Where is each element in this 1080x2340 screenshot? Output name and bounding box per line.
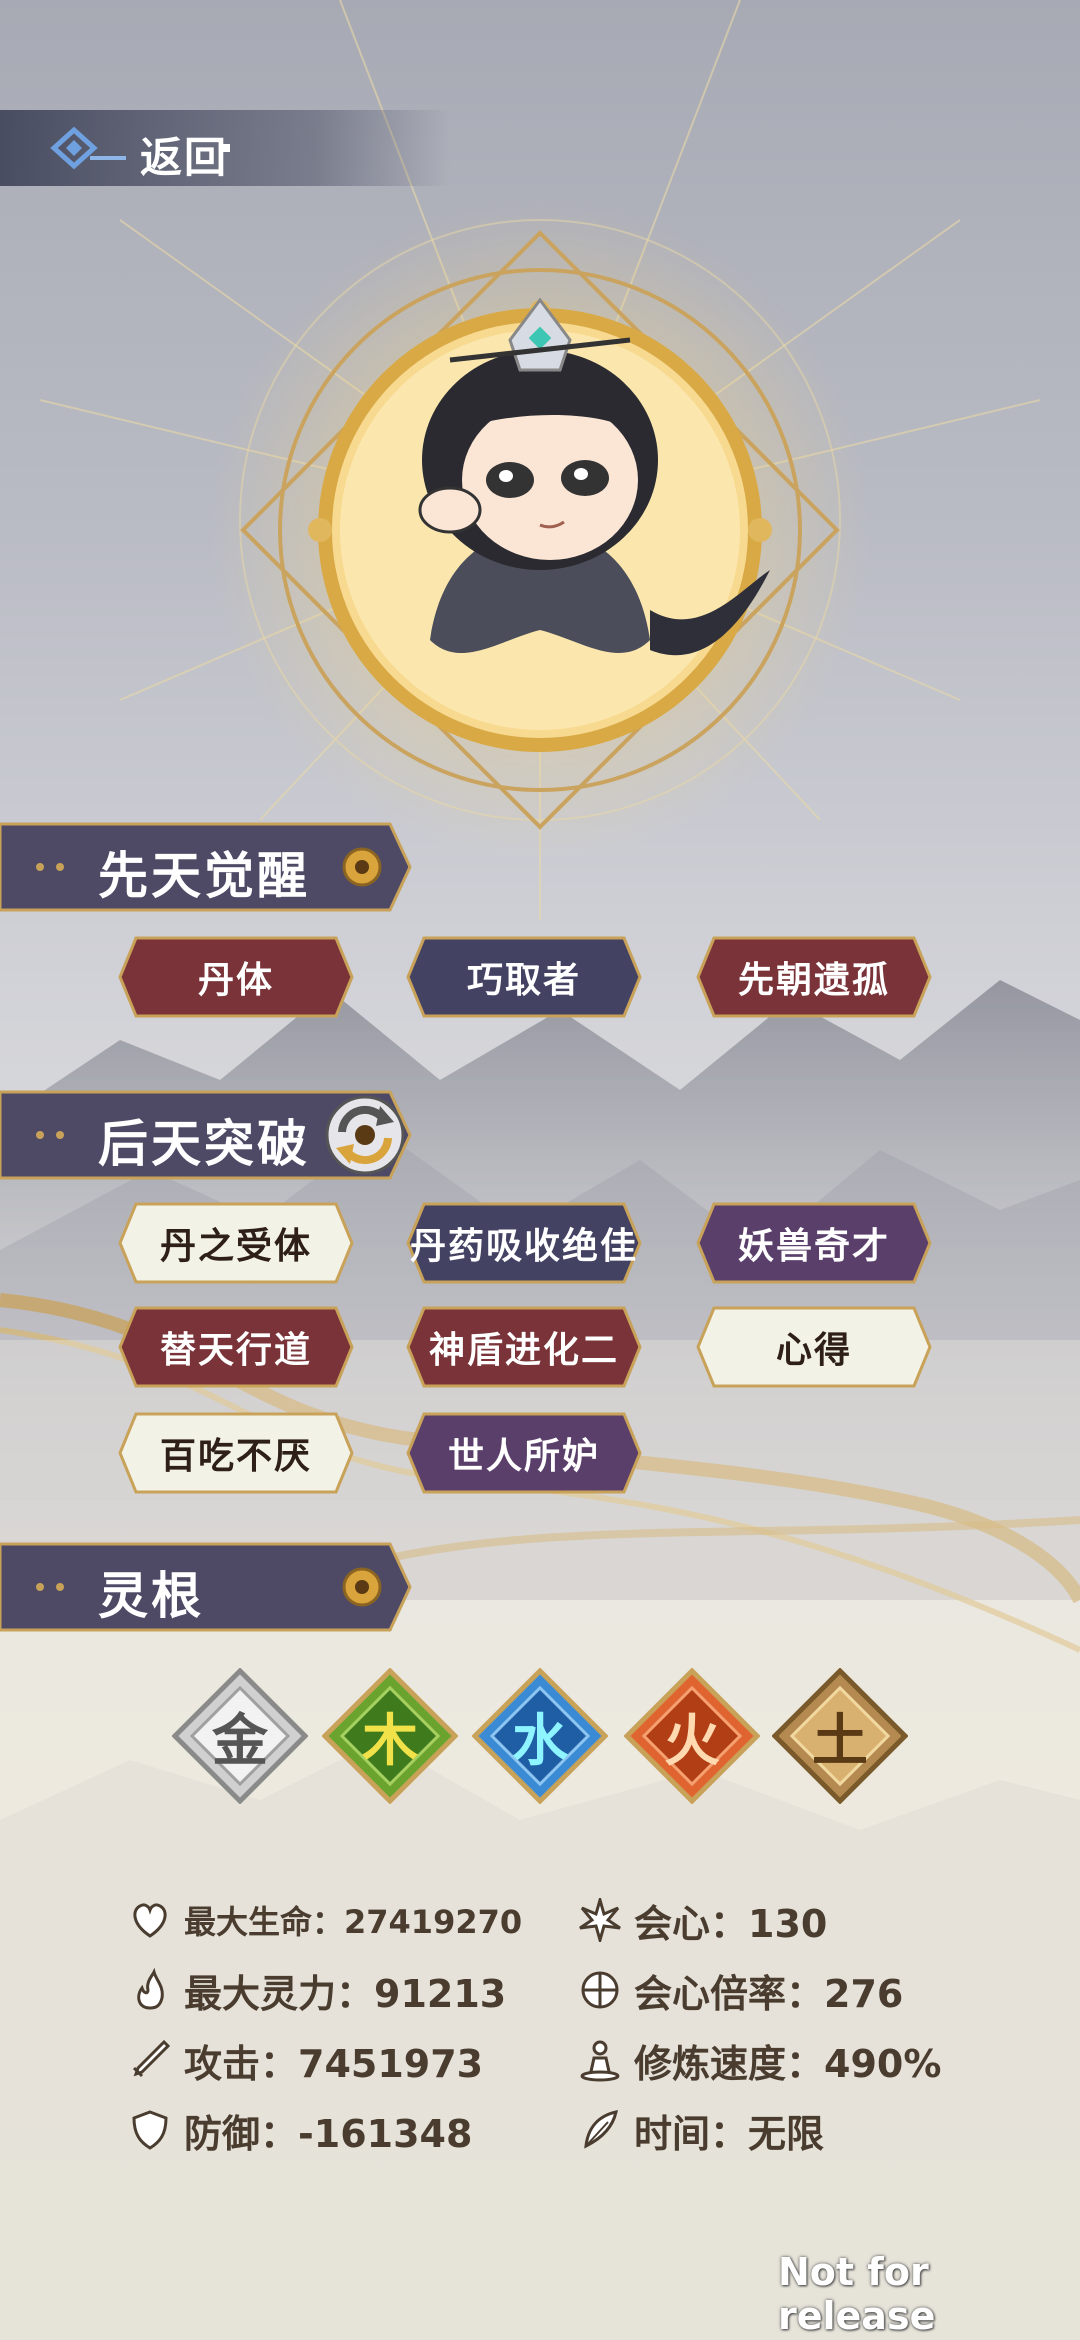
acquired-tag-4[interactable]: 替天行道 (118, 1306, 354, 1388)
innate-tag-2[interactable]: 巧取者 (406, 936, 642, 1018)
spirit-root-wood[interactable]: 木 (322, 1668, 458, 1804)
stat-text: 会心倍率：276 (634, 1971, 904, 2016)
acquired-tag-6[interactable]: 心得 (696, 1306, 932, 1388)
tag-label: 丹药吸收绝佳 (409, 1226, 638, 1267)
tag-label: 神盾进化二 (428, 1330, 619, 1371)
stat-attack: 攻击：7451973 (128, 2030, 483, 2090)
spirit-root-char: 水 (512, 1707, 568, 1774)
spirit-root-char: 金 (212, 1707, 268, 1774)
spirit-root-char: 木 (362, 1707, 418, 1774)
meditation-icon (580, 2040, 620, 2082)
stat-text: 最大生命：27419270 (184, 1903, 523, 1941)
watermark: Not for release (778, 2250, 936, 2338)
feather-icon (584, 2110, 618, 2149)
spirit-root-water[interactable]: 水 (472, 1668, 608, 1804)
burst-icon (579, 1898, 621, 1942)
spirit-root-earth[interactable]: 土 (772, 1668, 908, 1804)
stat-defense: 防御：-161348 (128, 2100, 472, 2160)
acquired-tag-7[interactable]: 百吃不厌 (118, 1412, 354, 1494)
innate-tag-1[interactable]: 丹体 (118, 936, 354, 1018)
acquired-tag-5[interactable]: 神盾进化二 (406, 1306, 642, 1388)
stat-text: 修炼速度：490% (634, 2041, 942, 2086)
section-title-innate: 先天觉醒 (98, 847, 310, 905)
heart-icon (133, 1903, 167, 1938)
stat-text: 会心：130 (634, 1901, 828, 1946)
spirit-root-metal[interactable]: 金 (172, 1668, 308, 1804)
stat-text: 攻击：7451973 (184, 2041, 484, 2086)
tag-label: 世人所妒 (447, 1436, 600, 1477)
tag-label: 先朝遗孤 (737, 960, 890, 1001)
tag-label: 心得 (775, 1330, 852, 1371)
acquired-tag-1[interactable]: 丹之受体 (118, 1202, 354, 1284)
acquired-tag-8[interactable]: 世人所妒 (406, 1412, 642, 1494)
tag-label: 巧取者 (466, 960, 581, 1001)
shield-icon (132, 2110, 168, 2150)
tag-label: 丹之受体 (159, 1226, 312, 1267)
tag-label: 替天行道 (159, 1330, 312, 1371)
stat-max-hp: 最大生命：27419270 (128, 1890, 522, 1950)
stat-crit: 会心：130 (578, 1890, 827, 1950)
innate-tag-3[interactable]: 先朝遗孤 (696, 936, 932, 1018)
flame-icon (137, 1968, 164, 2010)
tag-label: 丹体 (197, 960, 274, 1001)
section-banner-innate: 先天觉醒 (0, 820, 412, 914)
stat-cultivation-speed: 修炼速度：490% (578, 2030, 941, 2090)
stat-text: 最大灵力：91213 (184, 1971, 507, 2016)
spirit-root-char: 土 (812, 1707, 868, 1774)
acquired-tag-3[interactable]: 妖兽奇才 (696, 1202, 932, 1284)
acquired-tag-2[interactable]: 丹药吸收绝佳 (406, 1202, 642, 1284)
section-title-spirit-root: 灵根 (98, 1567, 204, 1625)
tag-label: 妖兽奇才 (737, 1226, 890, 1267)
spirit-root-fire[interactable]: 火 (624, 1668, 760, 1804)
refresh-icon[interactable] (322, 1092, 408, 1178)
banner-shape (0, 1542, 412, 1632)
section-banner-spirit-root: 灵根 (0, 1540, 412, 1634)
stat-time: 时间：无限 (578, 2100, 824, 2160)
tag-label: 百吃不厌 (159, 1436, 312, 1477)
stat-text: 时间：无限 (634, 2111, 825, 2156)
topbar-dot (222, 144, 230, 152)
stat-text: 防御：-161348 (184, 2111, 473, 2156)
back-arrow-icon (50, 126, 126, 170)
target-icon (581, 1971, 619, 2009)
spirit-root-char: 火 (664, 1707, 720, 1774)
section-title-acquired: 后天突破 (98, 1115, 310, 1173)
character-portrait (210, 200, 870, 860)
sword-icon (132, 2039, 171, 2078)
stat-crit-rate: 会心倍率：276 (578, 1960, 903, 2020)
stat-max-spirit: 最大灵力：91213 (128, 1960, 506, 2020)
